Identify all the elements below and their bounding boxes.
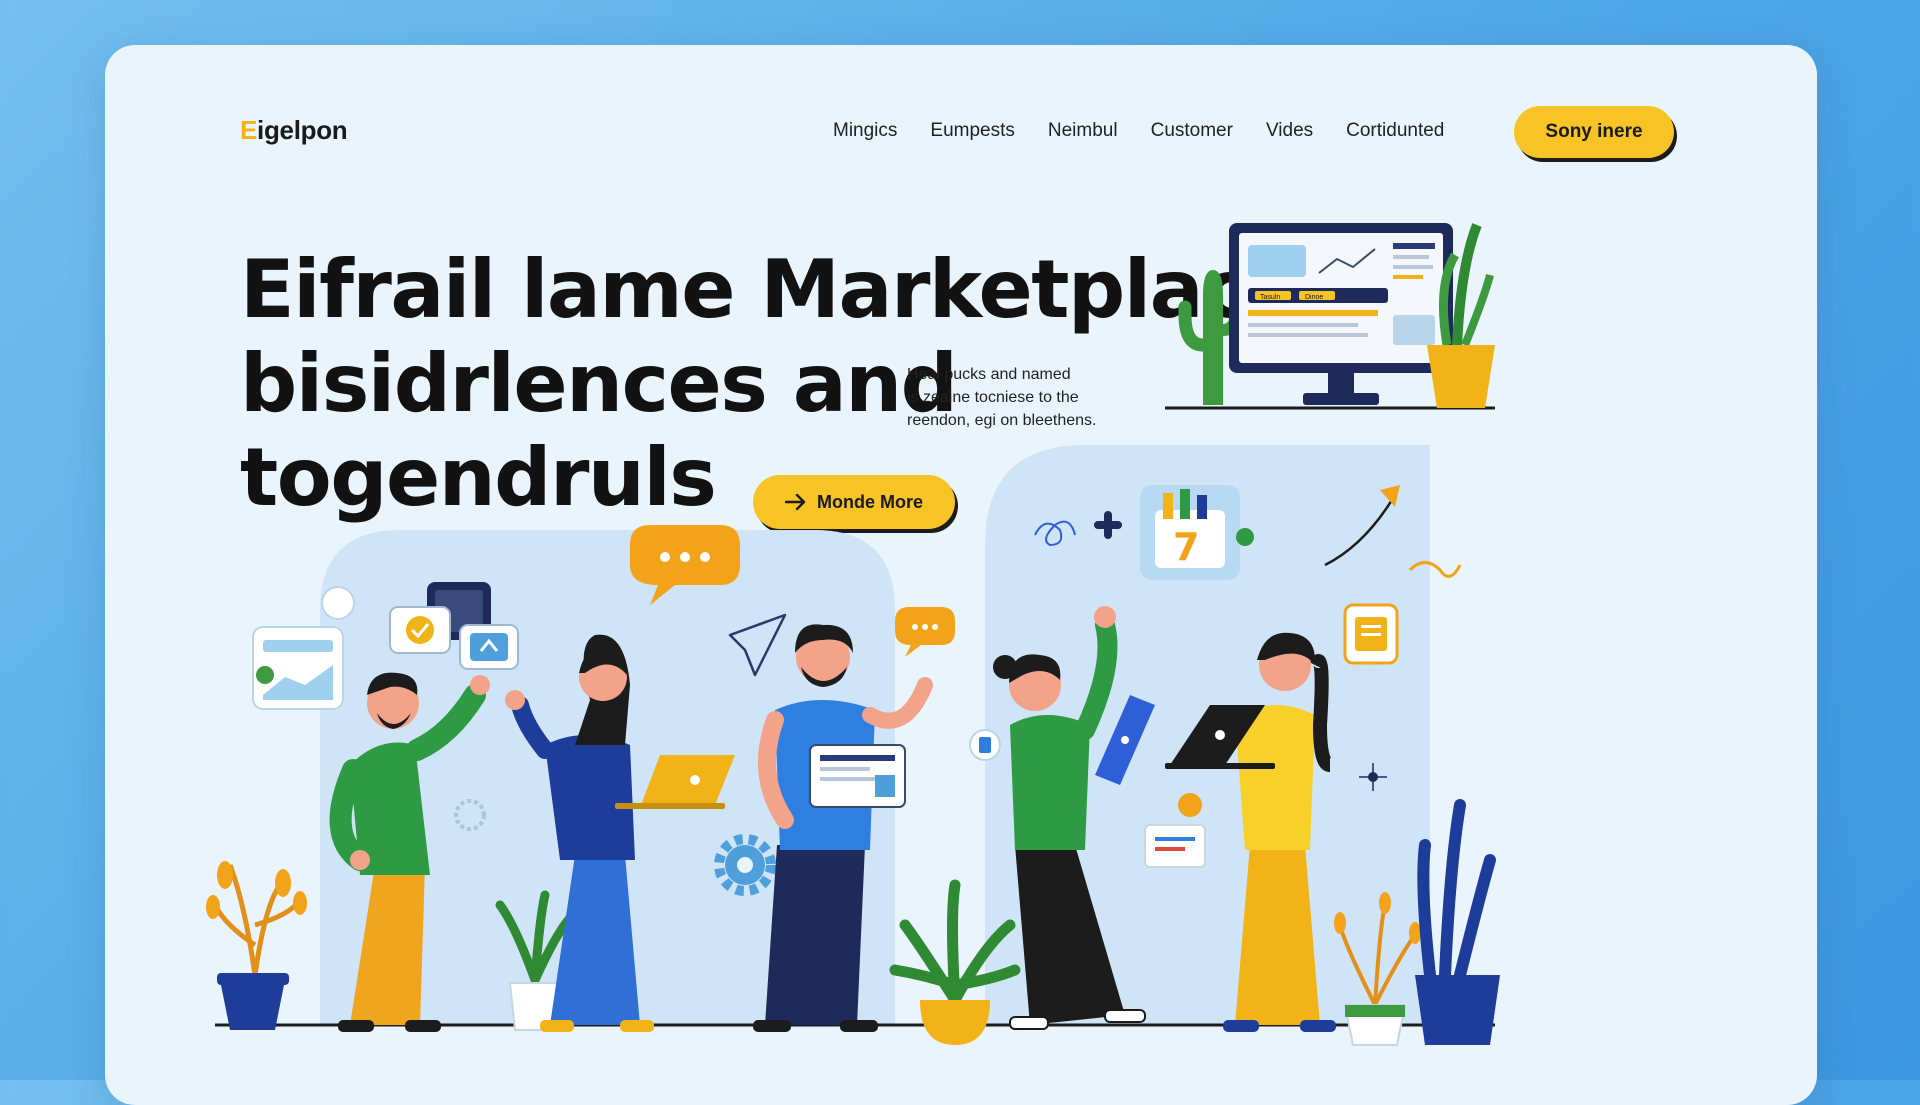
plant-left-icon (206, 861, 307, 1030)
note-card-icon (1144, 824, 1206, 868)
monitor-tag: Tasuln (1260, 294, 1280, 301)
monitor-illustration: Tasuln Dinoe (1165, 223, 1495, 410)
gear-icon (714, 834, 776, 896)
chat-bubble-small-icon (895, 607, 955, 657)
plant-right-tall-icon (1415, 799, 1500, 1045)
calendar-number: 7 (1173, 525, 1199, 569)
hero-card: Eigelpon Mingics Eumpests Neimbul Custom… (105, 45, 1817, 1105)
leaf-icon (1236, 528, 1254, 546)
calendar-icon: 7 (1140, 485, 1240, 580)
monitor-tag: Dinoe (1305, 294, 1323, 301)
hero-illustration: Tasuln Dinoe 7 (206, 223, 1500, 1046)
